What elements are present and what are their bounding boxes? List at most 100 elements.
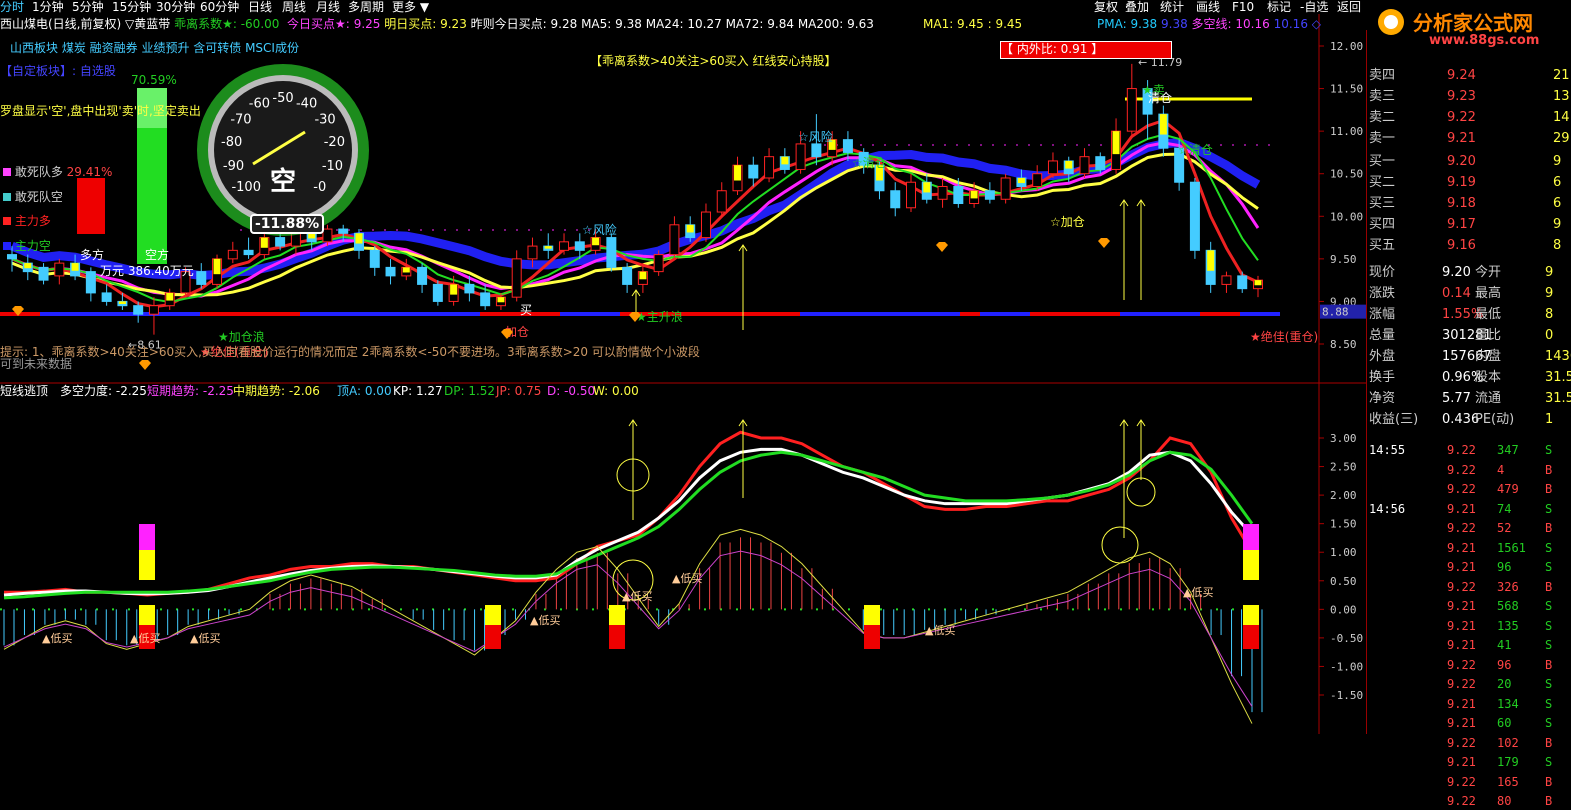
tick-row: 9.21 135 S — [1367, 617, 1571, 635]
period-tab-4[interactable]: 30分钟 — [156, 0, 195, 14]
sub-axis-label: 1.50 — [1330, 518, 1357, 531]
candle-body — [133, 305, 144, 315]
candle-body — [1095, 156, 1106, 170]
ask-row-cell: 卖四 — [1369, 68, 1396, 83]
ma200-value: MA200: 9.63 — [797, 17, 874, 31]
legend-item-3-label: 主力多 — [14, 214, 51, 228]
period-tab-5[interactable]: 60分钟 — [200, 0, 239, 14]
toolbar-button-3[interactable]: 画线 — [1196, 0, 1220, 14]
ma72-value: MA72: 9.84 — [725, 17, 794, 31]
toolbar-button-1[interactable]: 叠加 — [1125, 0, 1149, 14]
tick-row: 9.21 134 S — [1367, 695, 1571, 713]
stat-row-cell: 现价 — [1369, 265, 1396, 280]
current-price-label: 8.88 — [1322, 306, 1349, 319]
candle-body — [1032, 173, 1043, 187]
stat-row: 外盘157667内盘1436 — [1367, 347, 1571, 366]
tick-cell: 20 — [1497, 677, 1512, 691]
tick-cell: S — [1545, 618, 1553, 633]
period-tab-0[interactable]: 分时 — [0, 0, 24, 14]
stat-row-cell: 涨跌 — [1369, 286, 1396, 301]
toolbar-button-0[interactable]: 复权 — [1094, 0, 1118, 14]
compass-note: 罗盘显示'空',盘中出现'卖'时,坚定卖出 — [0, 104, 201, 118]
low-buy-label: ▲低买 — [672, 572, 702, 585]
sell-block-yellow — [139, 605, 155, 625]
tick-row: 14:55 9.22 347 S — [1367, 441, 1571, 459]
period-tab-10[interactable]: 更多 ▼ — [392, 0, 429, 14]
ask-row: 卖四 9.24 21 — [1367, 66, 1571, 85]
bid-row: 买四 9.17 9 — [1367, 215, 1571, 234]
toolbar-button-2[interactable]: 统计 — [1160, 0, 1184, 14]
candle-body — [85, 271, 96, 294]
stat-row: 换手 0.96% 股本 31.5 — [1367, 368, 1571, 387]
signal-label: ☆清仓 — [1178, 143, 1213, 157]
period-tab-9[interactable]: 多周期 — [348, 0, 384, 14]
tick-cell: 14:55 — [1369, 443, 1406, 457]
signal-label: 清仓 — [1148, 91, 1172, 105]
period-tab-8[interactable]: 月线 — [316, 0, 340, 14]
tick-row: 9.21 41 S — [1367, 636, 1571, 654]
sell-block-yellow — [485, 605, 501, 625]
tick-cell: B — [1545, 774, 1553, 789]
bid-row-cell: 9.20 — [1447, 154, 1476, 169]
period-tab-6[interactable]: 日线 — [248, 0, 272, 14]
sub-stat-label: W: 0.00 — [593, 384, 639, 398]
ask-row: 卖一 9.21 29 — [1367, 129, 1571, 148]
ask-row-cell: 9.22 — [1447, 110, 1476, 125]
toolbar-button-5[interactable]: 标记 — [1267, 0, 1291, 14]
period-tab-1[interactable]: 1分钟 — [32, 0, 64, 14]
pma-info: PMA: 9.38 9.38 多空线: 10.16 10.16 ◇ — [1097, 17, 1321, 31]
gauge-tick-label: -90 — [223, 159, 244, 174]
toolbar-button-7[interactable]: 返回 — [1337, 0, 1361, 14]
sub-axis-label: -1.50 — [1330, 689, 1363, 702]
tick-cell: 41 — [1497, 638, 1512, 652]
stat-row-cell: 股本 — [1475, 370, 1502, 385]
diamond-icon — [936, 242, 948, 252]
tick-row: 9.21 96 S — [1367, 558, 1571, 576]
tick-cell: 9.21 — [1447, 716, 1476, 730]
period-tab-2[interactable]: 5分钟 — [72, 0, 104, 14]
stat-row-cell: 总量 — [1369, 328, 1396, 343]
sub-stat-label: JP: 0.75 — [495, 384, 541, 398]
gauge-tick-label: -40 — [296, 97, 317, 112]
stat-row-cell: 1 — [1545, 412, 1554, 427]
candle-yellow-overlay — [450, 284, 458, 295]
candle-yellow-overlay — [308, 233, 316, 239]
today-buy-value: 9.25 — [353, 17, 381, 31]
stat-row-cell: 0 — [1545, 328, 1554, 343]
stat-row-cell: 0.436 — [1442, 412, 1480, 427]
candle-body — [606, 237, 617, 268]
main-chart: 12.0011.5011.0010.5010.009.509.008.508.8… — [0, 14, 1366, 734]
candle-body — [480, 292, 491, 307]
sub-stat-label: 顶A: 0.00 — [337, 384, 392, 398]
ask-row-cell: 卖二 — [1369, 110, 1396, 125]
yesterday-buy-label: 昨则今日买点: — [470, 17, 547, 31]
tick-cell: 9.21 — [1447, 638, 1476, 652]
bid-row-cell: 9.18 — [1447, 196, 1476, 211]
tick-cell: 9.21 — [1447, 599, 1476, 613]
tick-row: 14:56 9.21 74 S — [1367, 500, 1571, 518]
tick-cell: S — [1545, 638, 1553, 652]
period-tab-3[interactable]: 15分钟 — [112, 0, 151, 14]
bid-row: 买五 9.16 8 — [1367, 236, 1571, 255]
custom-block[interactable]: 【自定板块】: 自选股 — [0, 64, 116, 78]
sub-axis-label: 0.00 — [1330, 603, 1357, 616]
toolbar-button-4[interactable]: F10 — [1232, 0, 1254, 14]
legend-item-4: 主力空 — [3, 239, 51, 253]
sub-series-line — [4, 430, 1254, 597]
stat-row-cell: 8 — [1545, 307, 1554, 322]
legend-item-3: 主力多 — [3, 214, 51, 228]
ask-row-cell: 9.21 — [1447, 131, 1476, 146]
tick-cell: B — [1545, 462, 1553, 477]
ma5-value: MA5: 9.38 — [581, 17, 642, 31]
candle-yellow-overlay — [1159, 114, 1167, 135]
candle-yellow-overlay — [260, 237, 268, 248]
signal-label: ★主升浪 — [636, 309, 683, 324]
tick-cell: 52 — [1497, 521, 1512, 535]
stat-row-cell: 换手 — [1369, 370, 1396, 385]
period-tab-7[interactable]: 周线 — [282, 0, 306, 14]
tick-cell: 9.21 — [1447, 755, 1476, 769]
gauge-tick-label: -20 — [324, 135, 345, 150]
logo-url: www.88gs.com — [1429, 33, 1540, 48]
toolbar-button-6[interactable]: -自选 — [1300, 0, 1328, 14]
tick-row: 9.22 80 B — [1367, 792, 1571, 810]
